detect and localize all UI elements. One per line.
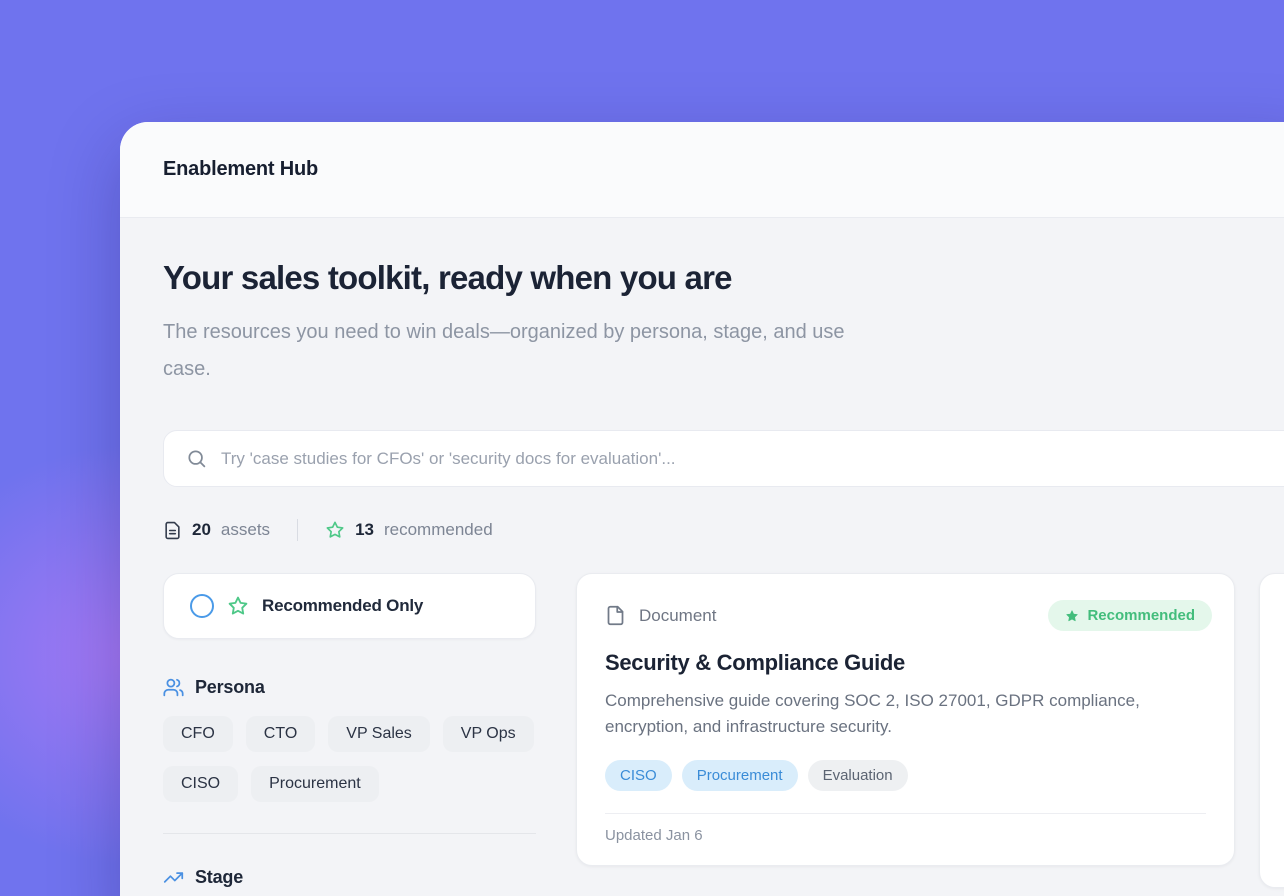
filters-sidebar: Recommended Only Persona CFO CTO — [163, 573, 536, 888]
file-icon — [605, 605, 626, 626]
page-title: Your sales toolkit, ready when you are — [163, 258, 1284, 298]
recommended-only-toggle[interactable]: Recommended Only — [163, 573, 536, 639]
recommended-label: recommended — [384, 520, 493, 540]
recommended-badge-label: Recommended — [1087, 607, 1195, 624]
persona-chip-vp-ops[interactable]: VP Ops — [443, 716, 534, 752]
app-title: Enablement Hub — [163, 158, 318, 181]
persona-chip-procurement[interactable]: Procurement — [251, 766, 379, 802]
page-background: Enablement Hub Your sales toolkit, ready… — [0, 0, 1284, 896]
sidebar-divider — [163, 833, 536, 834]
enablement-hub-window: Enablement Hub Your sales toolkit, ready… — [120, 122, 1284, 896]
search-icon — [186, 448, 207, 469]
recommended-only-label: Recommended Only — [262, 596, 423, 616]
assets-label: assets — [221, 520, 270, 540]
persona-chip-cto[interactable]: CTO — [246, 716, 315, 752]
persona-chip-vp-sales[interactable]: VP Sales — [328, 716, 430, 752]
asset-tag-ciso[interactable]: CISO — [605, 760, 672, 791]
asset-card-security-guide[interactable]: Document Recommended Security & Complian… — [576, 573, 1235, 866]
assets-count: 20 — [192, 520, 211, 540]
persona-section-header: Persona — [163, 677, 536, 698]
search-bar[interactable] — [163, 430, 1284, 487]
document-count-icon — [163, 521, 182, 540]
assets-stat: 20 assets — [163, 520, 270, 540]
asset-card-top-row: Document Recommended — [605, 600, 1212, 631]
recommended-only-radio[interactable] — [190, 594, 214, 618]
asset-tag-procurement[interactable]: Procurement — [682, 760, 798, 791]
stage-section-header: Stage — [163, 867, 536, 888]
stage-section-title: Stage — [195, 867, 243, 888]
page-subtitle: The resources you need to win deals—orga… — [163, 314, 868, 388]
asset-tag-list: CISO Procurement Evaluation — [605, 760, 1212, 791]
star-outline-icon — [227, 595, 249, 617]
asset-type: Document — [605, 605, 716, 626]
star-filled-icon — [1065, 609, 1079, 623]
main-content: Your sales toolkit, ready when you are T… — [120, 218, 1284, 888]
search-input[interactable] — [221, 449, 1284, 469]
persona-section-title: Persona — [195, 677, 265, 698]
asset-type-label: Document — [639, 606, 716, 626]
asset-title: Security & Compliance Guide — [605, 650, 1212, 676]
recommended-count: 13 — [355, 520, 374, 540]
stats-divider — [297, 519, 298, 541]
asset-updated-date: Updated Jan 6 — [605, 814, 1212, 865]
recommended-badge: Recommended — [1048, 600, 1212, 631]
recommended-stat: 13 recommended — [325, 520, 493, 540]
persona-chip-cfo[interactable]: CFO — [163, 716, 233, 752]
asset-description: Comprehensive guide covering SOC 2, ISO … — [605, 688, 1190, 740]
persona-chip-ciso[interactable]: CISO — [163, 766, 238, 802]
persona-chip-list: CFO CTO VP Sales VP Ops CISO Procurement — [163, 716, 536, 802]
trending-up-icon — [163, 867, 184, 888]
star-outline-icon — [325, 520, 345, 540]
users-icon — [163, 677, 184, 698]
content-row: Recommended Only Persona CFO CTO — [163, 573, 1284, 888]
stats-row: 20 assets 13 recommended — [163, 519, 1284, 541]
asset-card-partial[interactable] — [1259, 573, 1284, 888]
asset-tag-evaluation[interactable]: Evaluation — [808, 760, 908, 791]
window-header: Enablement Hub — [120, 122, 1284, 218]
